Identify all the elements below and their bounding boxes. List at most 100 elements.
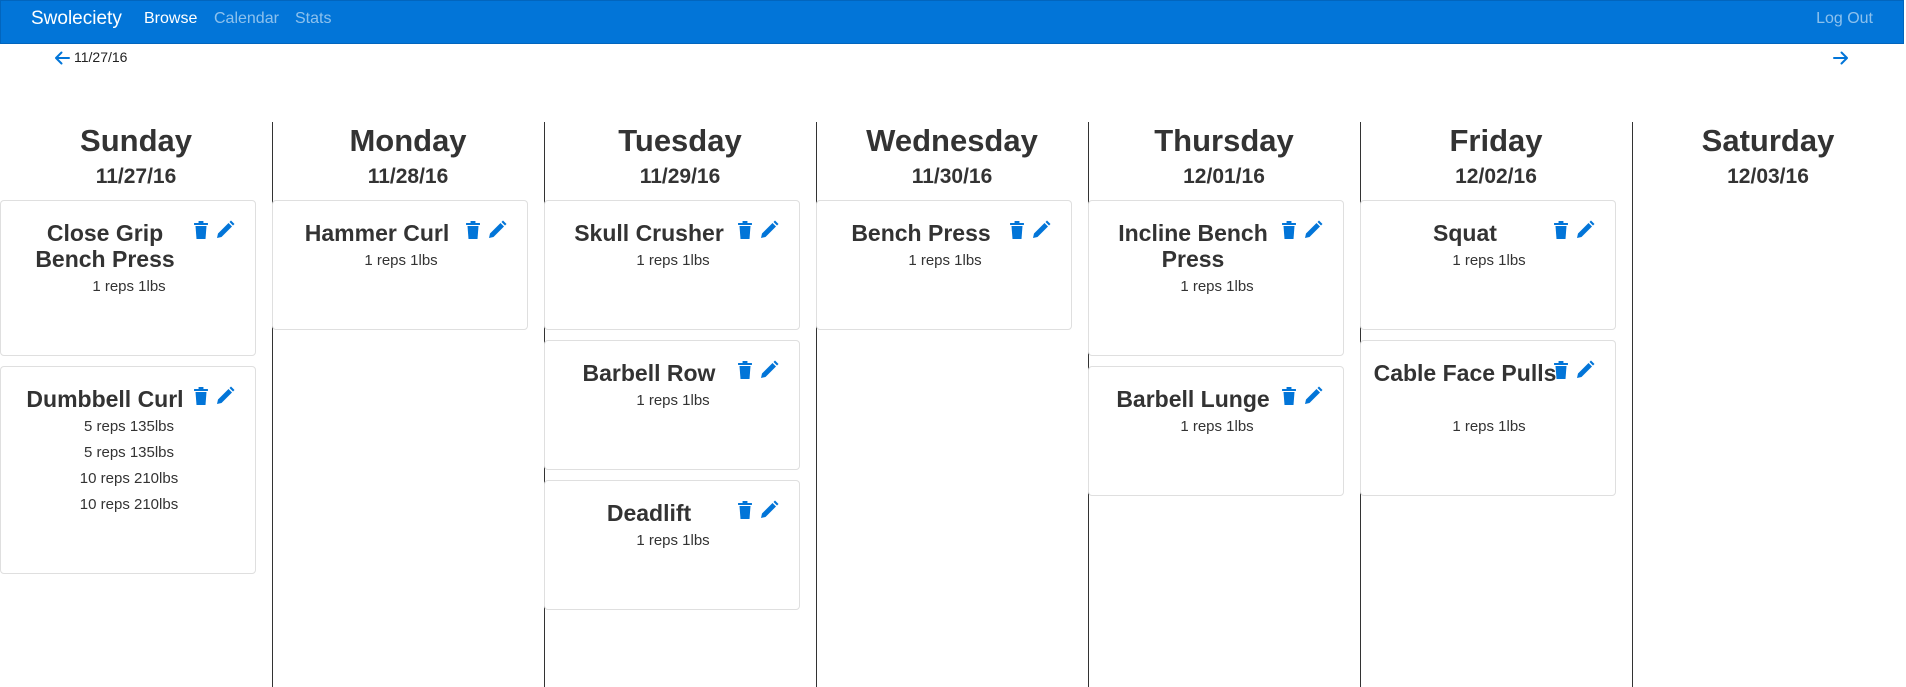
exercise-card: Squat 1 reps 1lbs [1360, 200, 1616, 330]
exercise-actions [1553, 360, 1603, 384]
exercise-actions [193, 220, 243, 244]
exercise-title: Squat [1433, 220, 1497, 246]
pencil-icon[interactable] [1303, 386, 1323, 408]
day-name: Tuesday [618, 123, 742, 158]
day-column-monday: Monday 11/28/16 Hammer Curl 1 reps 1lbs [272, 122, 544, 687]
pencil-icon[interactable] [487, 220, 507, 242]
set-line: 1 reps 1lbs [1452, 418, 1526, 435]
day-divider [1632, 122, 1633, 687]
top-navbar: Swoleciety Browse Calendar Stats Log Out [0, 0, 1904, 44]
exercise-actions [737, 360, 787, 384]
trash-icon[interactable] [465, 220, 485, 242]
set-line: 1 reps 1lbs [1180, 278, 1254, 295]
nav-stats[interactable]: Stats [295, 10, 331, 28]
exercise-actions [465, 220, 515, 244]
set-line: 10 reps 210lbs [79, 470, 179, 487]
set-line: 1 reps 1lbs [1452, 252, 1526, 269]
exercise-actions [193, 386, 243, 410]
exercise-card: Incline Bench Press 1 reps 1lbs [1088, 200, 1344, 356]
exercise-title: Bench Press [851, 220, 991, 246]
day-date: 11/28/16 [367, 165, 449, 188]
day-date: 12/01/16 [1183, 165, 1265, 188]
set-line: 1 reps 1lbs [636, 252, 710, 269]
exercise-card: Barbell Lunge 1 reps 1lbs [1088, 366, 1344, 496]
pencil-icon[interactable] [1575, 360, 1595, 382]
day-name: Monday [349, 123, 467, 158]
exercise-card: Barbell Row 1 reps 1lbs [544, 340, 800, 470]
pencil-icon[interactable] [1031, 220, 1051, 242]
trash-icon[interactable] [1009, 220, 1029, 242]
day-name: Wednesday [866, 123, 1038, 158]
exercise-title: Dumbbell Curl [26, 386, 184, 412]
day-date: 12/02/16 [1455, 165, 1537, 188]
day-column-tuesday: Tuesday 11/29/16 Skull Crusher 1 reps 1lbs B… [544, 122, 816, 687]
pencil-icon[interactable] [215, 386, 235, 408]
exercise-title: Incline Bench Press [1118, 220, 1268, 272]
exercise-actions [1553, 220, 1603, 244]
nav-browse[interactable]: Browse [144, 10, 197, 28]
exercise-card: Skull Crusher 1 reps 1lbs [544, 200, 800, 330]
pencil-icon[interactable] [759, 360, 779, 382]
exercise-card: Hammer Curl 1 reps 1lbs [272, 200, 528, 330]
exercise-actions [1009, 220, 1059, 244]
set-line: 1 reps 1lbs [908, 252, 982, 269]
set-line: 1 reps 1lbs [364, 252, 438, 269]
day-column-thursday: Thursday 12/01/16 Incline Bench Press 1 rep… [1088, 122, 1360, 687]
day-name: Friday [1449, 123, 1543, 158]
week-navigation: 11/27/16 [0, 44, 1906, 76]
nav-calendar[interactable]: Calendar [214, 10, 279, 28]
day-date: 12/03/16 [1727, 165, 1809, 188]
day-column-sunday: Sunday 11/27/16 Close Grip Bench Press 1 re… [0, 122, 272, 687]
exercise-title: Barbell Lunge [1116, 386, 1270, 412]
day-name: Sunday [80, 123, 192, 158]
day-column-friday: Friday 12/02/16 Squat 1 reps 1lbs Cable Face… [1360, 122, 1632, 687]
exercise-actions [1281, 386, 1331, 410]
day-date: 11/29/16 [639, 165, 721, 188]
day-column-wednesday: Wednesday 11/30/16 Bench Press 1 reps 1lbs [816, 122, 1088, 687]
pencil-icon[interactable] [215, 220, 235, 242]
exercise-title: Skull Crusher [574, 220, 724, 246]
logout-link[interactable]: Log Out [1816, 10, 1873, 28]
set-line: 1 reps 1lbs [636, 392, 710, 409]
set-line: 1 reps 1lbs [1180, 418, 1254, 435]
brand-link[interactable]: Swoleciety [31, 8, 122, 30]
set-line: 5 reps 135lbs [83, 444, 175, 461]
trash-icon[interactable] [1281, 386, 1301, 408]
trash-icon[interactable] [193, 220, 213, 242]
day-column-saturday: Saturday 12/03/16 [1632, 122, 1904, 687]
exercise-card: Deadlift 1 reps 1lbs [544, 480, 800, 610]
exercise-title: Hammer Curl [304, 220, 450, 246]
trash-icon[interactable] [737, 360, 757, 382]
exercise-title: Barbell Row [582, 360, 716, 386]
pencil-icon[interactable] [1303, 220, 1323, 242]
set-line: 5 reps 135lbs [83, 418, 175, 435]
exercise-card: Bench Press 1 reps 1lbs [816, 200, 1072, 330]
pencil-icon[interactable] [759, 500, 779, 522]
exercise-title: Close Grip Bench Press [35, 220, 175, 272]
exercise-card: Dumbbell Curl 5 reps 135lbs 5 reps 135lbs 1… [0, 366, 256, 574]
trash-icon[interactable] [737, 500, 757, 522]
trash-icon[interactable] [1553, 220, 1573, 242]
trash-icon[interactable] [1281, 220, 1301, 242]
trash-icon[interactable] [1553, 360, 1573, 382]
set-line: 1 reps 1lbs [92, 278, 166, 295]
trash-icon[interactable] [193, 386, 213, 408]
exercise-actions [737, 220, 787, 244]
set-line: 1 reps 1lbs [636, 532, 710, 549]
pencil-icon[interactable] [1575, 220, 1595, 242]
day-name: Saturday [1701, 123, 1835, 158]
arrow-left-icon[interactable] [52, 48, 72, 68]
exercise-title: Cable Face Pulls [1373, 360, 1557, 386]
exercise-card: Cable Face Pulls 1 reps 1lbs [1360, 340, 1616, 496]
week-grid: Sunday 11/27/16 Close Grip Bench Press 1 re… [0, 122, 1906, 687]
trash-icon[interactable] [737, 220, 757, 242]
exercise-actions [1281, 220, 1331, 244]
exercise-card: Close Grip Bench Press 1 reps 1lbs [0, 200, 256, 356]
arrow-right-icon[interactable] [1831, 48, 1851, 68]
day-date: 11/27/16 [95, 165, 177, 188]
day-name: Thursday [1154, 123, 1294, 158]
current-week-date: 11/27/16 [74, 49, 128, 65]
exercise-actions [737, 500, 787, 524]
pencil-icon[interactable] [759, 220, 779, 242]
set-line: 10 reps 210lbs [79, 496, 179, 513]
